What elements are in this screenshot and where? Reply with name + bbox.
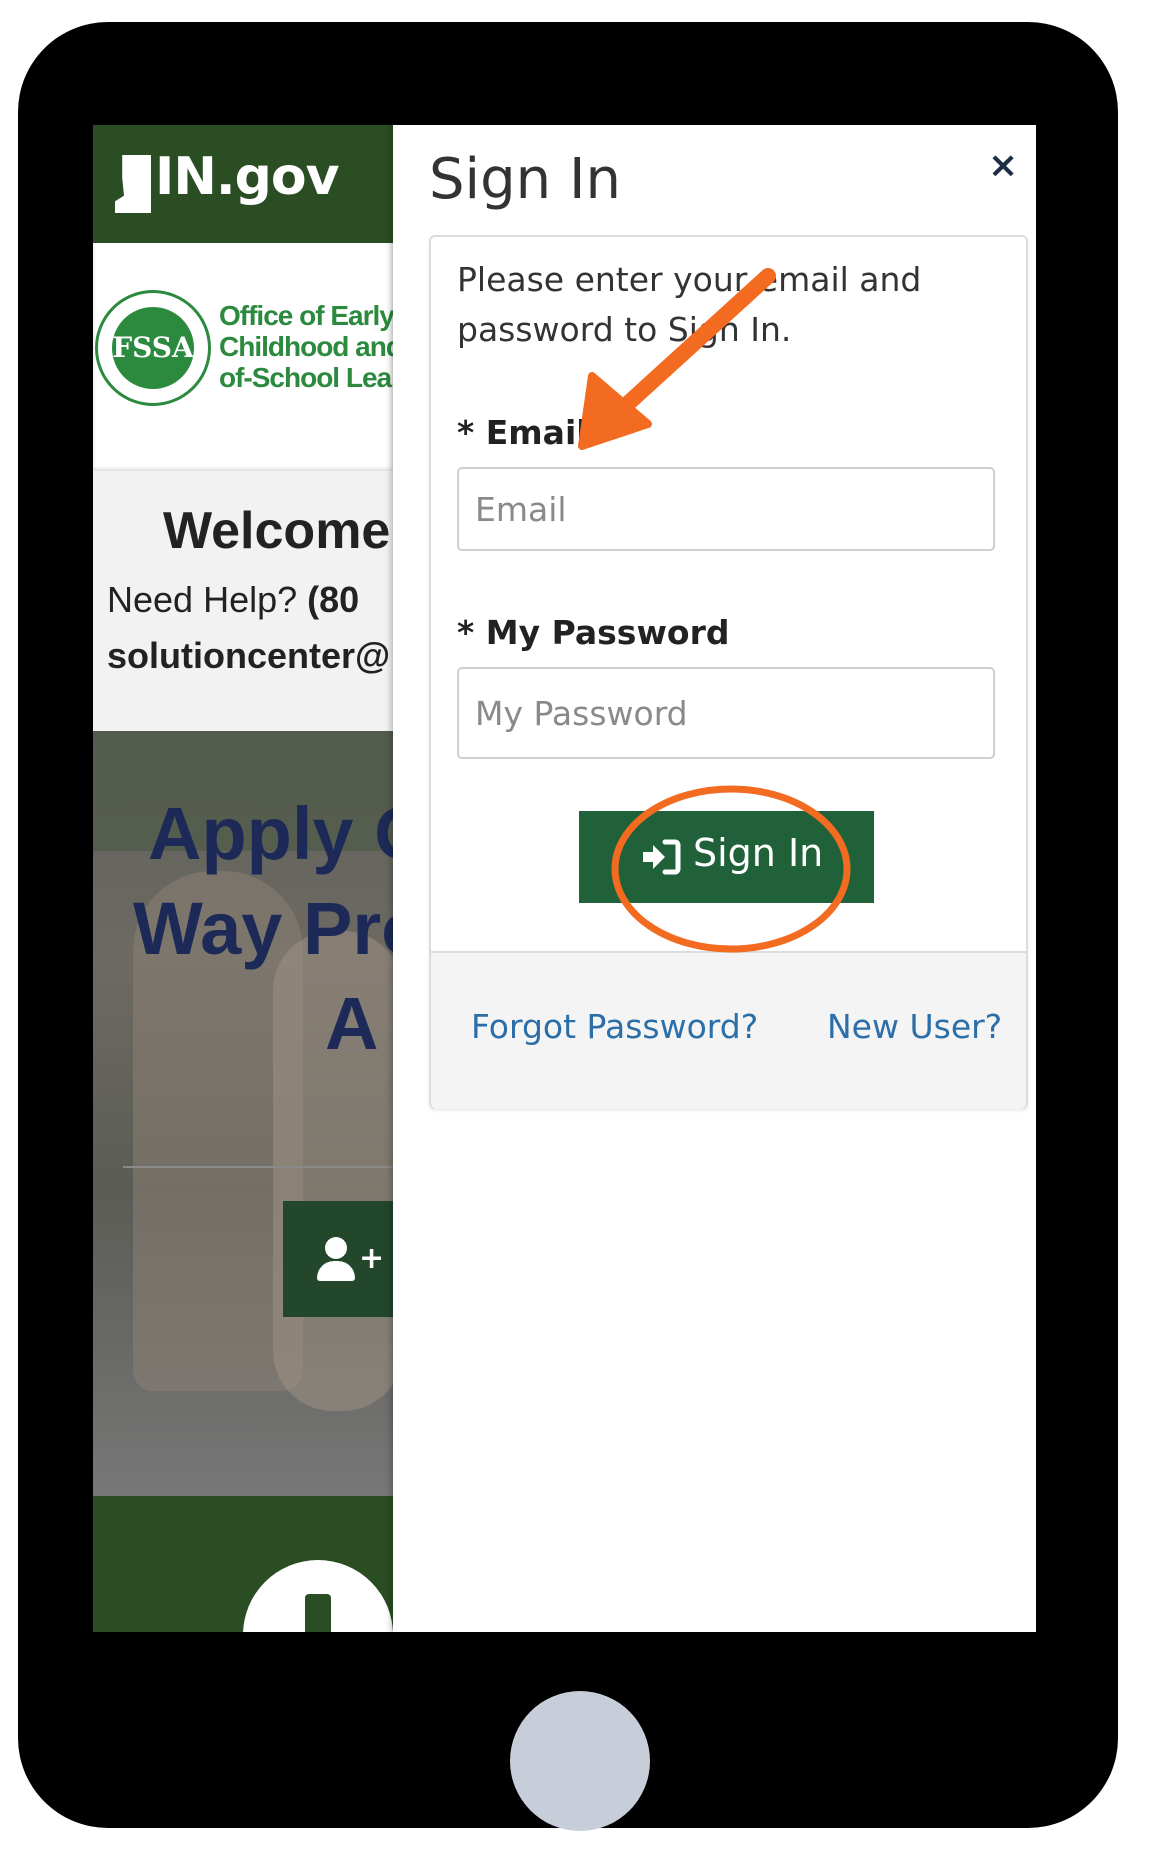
agency-name: Office of Early Childhood and Out- of-Sc… [219, 300, 393, 393]
agency-name-line: of-School Learning [219, 362, 393, 393]
home-button[interactable] [510, 1691, 650, 1831]
hero-heading-line: A [325, 982, 379, 1065]
alert-icon [243, 1560, 393, 1632]
ingov-header: IN.gov [93, 125, 393, 243]
agency-name-line: Childhood and Out- [219, 331, 393, 362]
forgot-password-link[interactable]: Forgot Password? [471, 1007, 758, 1046]
signin-card-footer: Forgot Password? New User? [431, 951, 1026, 1109]
hero-heading-line: Apply O [148, 792, 393, 875]
phone-screen: IN.gov FSSA Office of Early Childhood an… [93, 125, 1036, 1632]
signin-card: Please enter your email and password to … [429, 235, 1028, 1109]
password-input[interactable] [459, 669, 993, 757]
alert-section [93, 1496, 393, 1632]
fssa-seal-icon: FSSA [95, 290, 211, 406]
help-phone[interactable]: (80 [307, 579, 359, 620]
hero-section: Apply O Way Pro A + [93, 731, 393, 1496]
signin-title: Sign In [429, 147, 621, 212]
email-field[interactable] [457, 467, 995, 551]
indiana-state-icon [115, 155, 151, 213]
ingov-logo[interactable]: IN.gov [115, 143, 339, 223]
hero-divider [123, 1166, 393, 1168]
welcome-section: Welcome Need Help? (80 solutioncenter@ [93, 471, 393, 731]
email-label: * Email [457, 413, 588, 452]
signin-intro: Please enter your email and password to … [457, 260, 922, 349]
ingov-logo-text: IN.gov [155, 147, 339, 207]
password-label: * My Password [457, 613, 730, 652]
background-page: IN.gov FSSA Office of Early Childhood an… [93, 125, 393, 1632]
new-user-link[interactable]: New User? [827, 1007, 1002, 1046]
signin-button[interactable]: Sign In [579, 811, 874, 903]
add-user-icon [317, 1237, 355, 1281]
close-icon[interactable]: × [988, 145, 1018, 186]
password-field[interactable] [457, 667, 995, 759]
welcome-title: Welcome [163, 502, 391, 560]
hero-heading-line: Way Pro [133, 887, 393, 970]
sign-in-icon [643, 839, 681, 875]
create-account-button[interactable]: + [283, 1201, 393, 1317]
signin-panel: Sign In × Please enter your email and pa… [393, 125, 1036, 1632]
signin-button-label: Sign In [693, 831, 824, 875]
email-input[interactable] [459, 469, 993, 549]
agency-name-line: Office of Early [219, 300, 393, 331]
help-line: Need Help? (80 [107, 579, 360, 620]
help-email[interactable]: solutioncenter@ [107, 635, 390, 677]
